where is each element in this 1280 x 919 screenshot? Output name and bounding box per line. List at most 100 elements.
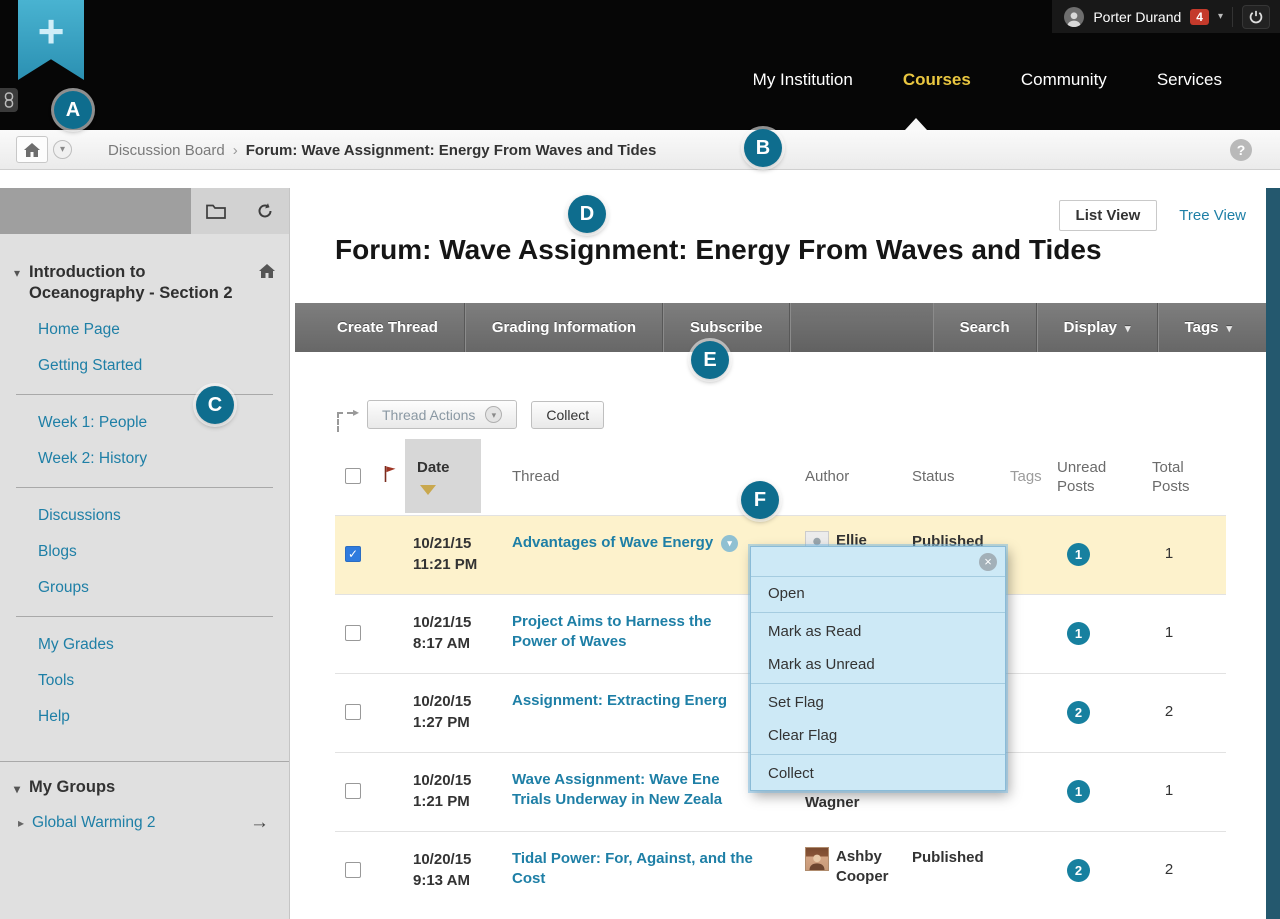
sidebar-item-home-page[interactable]: Home Page <box>0 312 289 348</box>
thread-date: 10/20/15 1:27 PM <box>413 691 471 733</box>
thread-actions-button[interactable]: Thread Actions▾ <box>367 400 517 429</box>
unread-count-link[interactable]: 2 <box>1067 859 1090 882</box>
tab-community[interactable]: Community <box>1021 70 1107 90</box>
sidebar-item-global-warming-2[interactable]: Global Warming 2 <box>32 814 155 832</box>
table-header: Date Thread Author Status Tags Unread Po… <box>335 437 1226 515</box>
add-bookmark-button[interactable]: + <box>18 0 84 80</box>
callout-c: C <box>196 386 234 424</box>
forum-action-bar: Create Thread Grading Information Subscr… <box>295 303 1266 352</box>
sidebar-toolbar <box>0 188 289 234</box>
status-label: Published <box>912 849 984 866</box>
refresh-icon[interactable] <box>256 202 274 220</box>
thread-link[interactable]: Assignment: Extracting Energ <box>512 691 727 711</box>
menu-item-open[interactable]: Open <box>751 577 1005 610</box>
total-count: 2 <box>1153 861 1185 878</box>
tab-my-institution[interactable]: My Institution <box>753 70 853 90</box>
open-group-arrow-icon[interactable]: → <box>250 812 269 834</box>
unread-count-link[interactable]: 2 <box>1067 701 1090 724</box>
thread-date: 10/21/15 11:21 PM <box>413 533 477 575</box>
content-frame-edge <box>1266 188 1280 919</box>
user-menu-chevron-icon[interactable]: ▾ <box>1218 11 1223 22</box>
sidebar-item-week1-people[interactable]: Week 1: People <box>0 405 289 441</box>
date-column-header[interactable]: Date <box>405 439 481 513</box>
header-separator <box>1232 7 1233 27</box>
sidebar-item-my-grades[interactable]: My Grades <box>0 627 289 663</box>
home-icon[interactable] <box>16 136 48 163</box>
menu-divider <box>751 683 1005 684</box>
thread-date: 10/21/15 8:17 AM <box>413 612 471 654</box>
display-menu-button[interactable]: Display▾ <box>1037 303 1158 352</box>
sidebar-item-help[interactable]: Help <box>0 699 289 735</box>
row-checkbox[interactable] <box>345 704 361 720</box>
tab-services[interactable]: Services <box>1157 70 1222 90</box>
active-tab-pointer <box>905 118 927 130</box>
tags-menu-button[interactable]: Tags▾ <box>1158 303 1266 352</box>
sidebar-item-discussions[interactable]: Discussions <box>0 498 289 534</box>
menu-item-collect[interactable]: Collect <box>751 757 1005 790</box>
user-menu[interactable]: Porter Durand 4 ▾ <box>1052 0 1280 33</box>
menu-divider <box>751 612 1005 613</box>
blackboard-page: + Porter Durand 4 ▾ My Institution Cours… <box>0 0 1280 919</box>
sidebar-item-groups[interactable]: Groups <box>0 570 289 606</box>
menu-divider <box>751 754 1005 755</box>
thread-link[interactable]: Project Aims to Harness the Power of Wav… <box>512 612 712 652</box>
sidebar-item-blogs[interactable]: Blogs <box>0 534 289 570</box>
home-chevron-icon[interactable]: ▾ <box>53 140 72 159</box>
logout-power-button[interactable] <box>1242 5 1270 29</box>
my-groups-chevron-icon[interactable]: ▾ <box>14 782 20 797</box>
tree-view-tab[interactable]: Tree View <box>1179 207 1246 224</box>
menu-item-clear-flag[interactable]: Clear Flag <box>751 719 1005 752</box>
context-menu-header: × <box>751 547 1005 577</box>
user-avatar <box>1064 7 1084 27</box>
tags-column-header: Tags <box>1010 468 1042 485</box>
author-name: Ashby Cooper <box>836 847 902 887</box>
thread-context-menu: × Open Mark as Read Mark as Unread Set F… <box>750 546 1006 791</box>
thread-column-header[interactable]: Thread <box>512 468 560 485</box>
close-icon[interactable]: × <box>979 553 997 571</box>
breadcrumb-current: Forum: Wave Assignment: Energy From Wave… <box>246 142 657 159</box>
total-count: 1 <box>1153 624 1185 641</box>
folder-view-icon[interactable] <box>206 203 226 219</box>
create-thread-button[interactable]: Create Thread <box>311 303 465 352</box>
select-all-checkbox[interactable] <box>345 468 361 484</box>
list-view-tab[interactable]: List View <box>1059 200 1158 231</box>
status-column-header[interactable]: Status <box>912 468 955 485</box>
collapse-chevron-icon[interactable]: ▾ <box>14 266 20 304</box>
course-home-icon[interactable] <box>259 264 275 304</box>
plus-icon: + <box>38 0 65 80</box>
sidebar-item-getting-started[interactable]: Getting Started <box>0 348 289 384</box>
total-count: 2 <box>1153 703 1185 720</box>
unread-posts-column-header[interactable]: Unread Posts <box>1057 458 1106 496</box>
flag-icon[interactable] <box>383 465 397 487</box>
row-checkbox[interactable] <box>345 862 361 878</box>
thread-link[interactable]: Wave Assignment: Wave Ene Trials Underwa… <box>512 770 722 810</box>
thread-link[interactable]: Advantages of Wave Energy▾ <box>512 533 738 553</box>
notification-badge[interactable]: 4 <box>1190 9 1209 25</box>
menu-item-mark-as-unread[interactable]: Mark as Unread <box>751 648 1005 681</box>
link-icon[interactable] <box>0 88 18 112</box>
sidebar-item-week2-history[interactable]: Week 2: History <box>0 441 289 477</box>
menu-item-set-flag[interactable]: Set Flag <box>751 686 1005 719</box>
row-checkbox[interactable] <box>345 783 361 799</box>
help-icon[interactable]: ? <box>1230 139 1252 161</box>
unread-count-link[interactable]: 1 <box>1067 543 1090 566</box>
grading-information-button[interactable]: Grading Information <box>465 303 663 352</box>
breadcrumb-discussion-board[interactable]: Discussion Board <box>108 142 225 159</box>
author-column-header[interactable]: Author <box>805 468 849 485</box>
author-cell: Wagner <box>805 793 871 813</box>
thread-link[interactable]: Tidal Power: For, Against, and the Cost <box>512 849 753 889</box>
subscribe-button[interactable]: Subscribe <box>663 303 790 352</box>
tab-courses[interactable]: Courses <box>903 70 971 90</box>
row-checkbox[interactable] <box>345 625 361 641</box>
thread-options-chevron-icon[interactable]: ▾ <box>721 535 738 552</box>
menu-item-mark-as-read[interactable]: Mark as Read <box>751 615 1005 648</box>
search-button[interactable]: Search <box>933 303 1037 352</box>
row-checkbox[interactable] <box>345 546 361 562</box>
unread-count-link[interactable]: 1 <box>1067 780 1090 803</box>
total-posts-column-header[interactable]: Total Posts <box>1152 458 1190 496</box>
expand-chevron-icon[interactable]: ▸ <box>18 816 24 830</box>
unread-count-link[interactable]: 1 <box>1067 622 1090 645</box>
collect-button[interactable]: Collect <box>531 401 604 429</box>
sidebar-item-tools[interactable]: Tools <box>0 663 289 699</box>
thread-row[interactable]: 10/20/15 9:13 AM Tidal Power: For, Again… <box>335 831 1226 910</box>
